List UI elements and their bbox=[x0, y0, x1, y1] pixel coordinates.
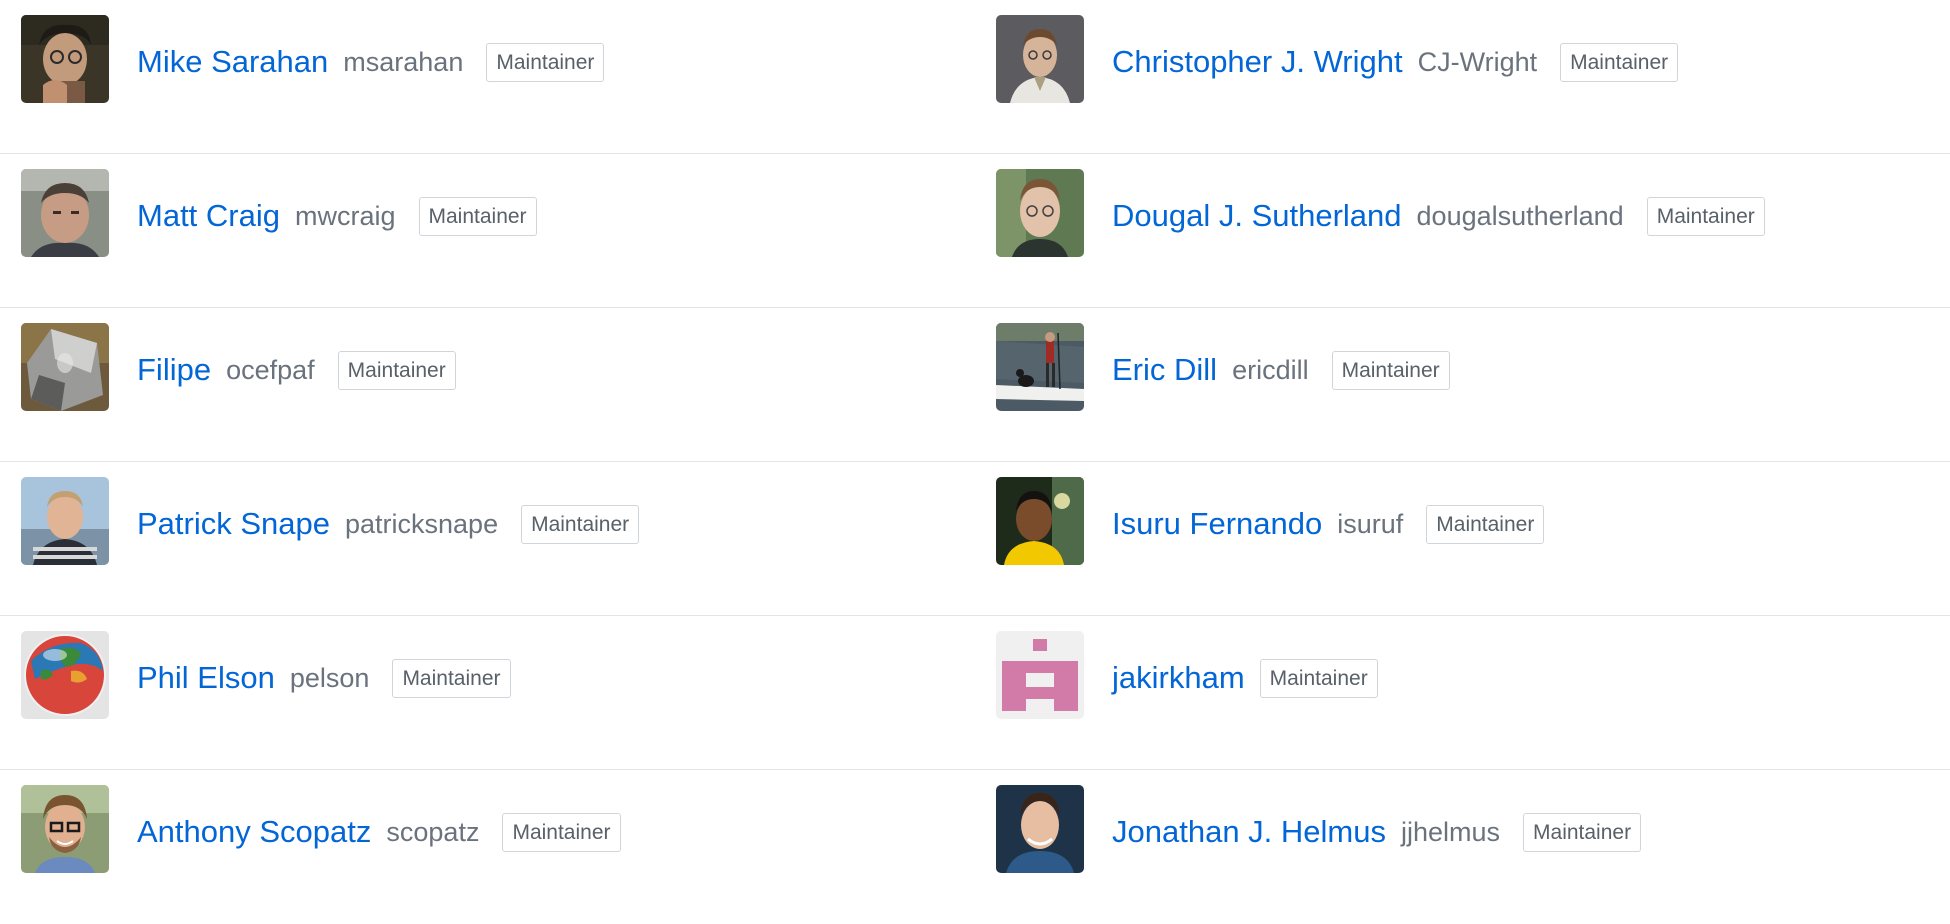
avatar-image bbox=[21, 477, 109, 565]
avatar[interactable] bbox=[996, 785, 1084, 873]
avatar-image bbox=[996, 15, 1084, 103]
member-name-link[interactable]: Eric Dill bbox=[1112, 352, 1217, 388]
member-row: Eric Dill ericdill Maintainer bbox=[975, 308, 1950, 462]
role-badge: Maintainer bbox=[337, 350, 456, 390]
member-login[interactable]: patricksnape bbox=[345, 509, 498, 540]
member-row: Dougal J. Sutherland dougalsutherland Ma… bbox=[975, 154, 1950, 308]
avatar[interactable] bbox=[996, 631, 1084, 719]
member-name-link[interactable]: Filipe bbox=[137, 352, 211, 388]
member-row: Mike Sarahan msarahan Maintainer bbox=[0, 0, 975, 154]
member-login[interactable]: CJ-Wright bbox=[1418, 47, 1538, 78]
avatar[interactable] bbox=[21, 631, 109, 719]
role-badge: Maintainer bbox=[1523, 812, 1642, 852]
role-badge: Maintainer bbox=[1331, 350, 1450, 390]
member-name-link[interactable]: Isuru Fernando bbox=[1112, 506, 1322, 542]
member-info: Mike Sarahan msarahan Maintainer bbox=[137, 18, 605, 106]
member-row: Isuru Fernando isuruf Maintainer bbox=[975, 462, 1950, 616]
role-badge: Maintainer bbox=[1259, 658, 1378, 698]
role-badge: Maintainer bbox=[1646, 196, 1765, 236]
role-badge: Maintainer bbox=[1426, 504, 1545, 544]
member-login[interactable]: ericdill bbox=[1232, 355, 1309, 386]
avatar[interactable] bbox=[21, 323, 109, 411]
member-row: Matt Craig mwcraig Maintainer bbox=[0, 154, 975, 308]
identicon-avatar bbox=[996, 631, 1084, 719]
member-name-link[interactable]: Christopher J. Wright bbox=[1112, 44, 1403, 80]
member-login[interactable]: mwcraig bbox=[295, 201, 396, 232]
role-badge: Maintainer bbox=[486, 42, 605, 82]
member-info: Eric Dill ericdill Maintainer bbox=[1112, 326, 1450, 414]
member-info: Dougal J. Sutherland dougalsutherland Ma… bbox=[1112, 172, 1765, 260]
avatar-image bbox=[996, 323, 1084, 411]
member-name-link[interactable]: Phil Elson bbox=[137, 660, 275, 696]
avatar-image bbox=[21, 631, 109, 719]
member-row: Patrick Snape patricksnape Maintainer bbox=[0, 462, 975, 616]
member-info: Isuru Fernando isuruf Maintainer bbox=[1112, 480, 1545, 568]
member-name-link[interactable]: Dougal J. Sutherland bbox=[1112, 198, 1402, 234]
member-name-link[interactable]: Jonathan J. Helmus bbox=[1112, 814, 1386, 850]
avatar-image bbox=[21, 15, 109, 103]
member-row: Christopher J. Wright CJ-Wright Maintain… bbox=[975, 0, 1950, 154]
role-badge: Maintainer bbox=[521, 504, 640, 544]
avatar[interactable] bbox=[996, 477, 1084, 565]
member-name-link[interactable]: Matt Craig bbox=[137, 198, 280, 234]
avatar[interactable] bbox=[996, 323, 1084, 411]
role-badge: Maintainer bbox=[418, 196, 537, 236]
avatar[interactable] bbox=[21, 477, 109, 565]
member-row: Phil Elson pelson Maintainer bbox=[0, 616, 975, 770]
member-info: jakirkham Maintainer bbox=[1112, 634, 1378, 722]
avatar-image bbox=[21, 323, 109, 411]
member-info: Matt Craig mwcraig Maintainer bbox=[137, 172, 537, 260]
role-badge: Maintainer bbox=[1560, 42, 1679, 82]
avatar[interactable] bbox=[21, 15, 109, 103]
avatar[interactable] bbox=[21, 785, 109, 873]
member-name-link[interactable]: Mike Sarahan bbox=[137, 44, 328, 80]
member-login[interactable]: dougalsutherland bbox=[1417, 201, 1624, 232]
avatar[interactable] bbox=[996, 15, 1084, 103]
member-info: Phil Elson pelson Maintainer bbox=[137, 634, 511, 722]
member-row: Anthony Scopatz scopatz Maintainer bbox=[0, 770, 975, 924]
avatar-image bbox=[996, 477, 1084, 565]
avatar-image bbox=[21, 785, 109, 873]
member-info: Patrick Snape patricksnape Maintainer bbox=[137, 480, 640, 568]
member-name-link[interactable]: Anthony Scopatz bbox=[137, 814, 371, 850]
avatar[interactable] bbox=[21, 169, 109, 257]
member-login[interactable]: pelson bbox=[290, 663, 370, 694]
member-row: Filipe ocefpaf Maintainer bbox=[0, 308, 975, 462]
member-name-link[interactable]: Patrick Snape bbox=[137, 506, 330, 542]
member-name-link[interactable]: jakirkham bbox=[1112, 660, 1245, 696]
member-info: Anthony Scopatz scopatz Maintainer bbox=[137, 788, 621, 876]
member-row: Jonathan J. Helmus jjhelmus Maintainer bbox=[975, 770, 1950, 924]
avatar-image bbox=[21, 169, 109, 257]
avatar-image bbox=[996, 785, 1084, 873]
member-grid: Mike Sarahan msarahan Maintainer Christo… bbox=[0, 0, 1950, 924]
member-login[interactable]: msarahan bbox=[343, 47, 463, 78]
member-login[interactable]: ocefpaf bbox=[226, 355, 315, 386]
avatar[interactable] bbox=[996, 169, 1084, 257]
member-info: Jonathan J. Helmus jjhelmus Maintainer bbox=[1112, 788, 1642, 876]
role-badge: Maintainer bbox=[392, 658, 511, 698]
avatar-image bbox=[996, 169, 1084, 257]
member-info: Filipe ocefpaf Maintainer bbox=[137, 326, 456, 414]
member-login[interactable]: isuruf bbox=[1337, 509, 1403, 540]
member-login[interactable]: jjhelmus bbox=[1401, 817, 1500, 848]
member-row: jakirkham Maintainer bbox=[975, 616, 1950, 770]
member-login[interactable]: scopatz bbox=[386, 817, 479, 848]
member-info: Christopher J. Wright CJ-Wright Maintain… bbox=[1112, 18, 1679, 106]
role-badge: Maintainer bbox=[502, 812, 621, 852]
